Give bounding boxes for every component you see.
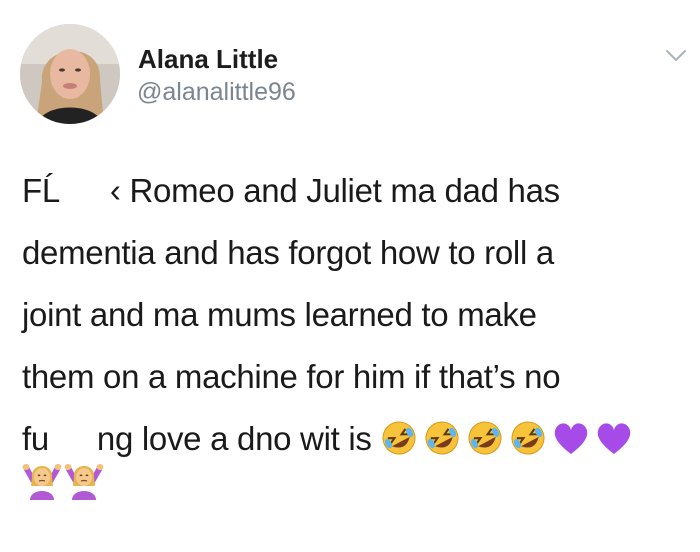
tweet-text-line: joint and ma mums learned to make <box>22 296 537 333</box>
purple-heart-icon <box>550 418 592 458</box>
tweet-text-fragment: ‹ <box>109 172 121 209</box>
person-shrugging-icon <box>64 458 104 500</box>
avatar-photo-icon <box>20 24 120 124</box>
tweet-text-line: fu ng love a dno wit is <box>22 408 682 470</box>
tweet-text-line: FĹ ‹ Romeo and Juliet ma dad has <box>22 160 682 222</box>
tweet-text-line: them on a machine for him if that’s no <box>22 358 561 395</box>
tweet-text-fragment: Romeo and Juliet ma dad has <box>129 172 561 209</box>
tweet-card: Alana Little @alanalittle96 FĹ ‹ Romeo an… <box>0 0 700 552</box>
avatar[interactable] <box>20 24 120 124</box>
display-name[interactable]: Alana Little <box>138 44 278 75</box>
emoji-row <box>22 458 104 500</box>
person-shrugging-icon <box>22 458 62 500</box>
tweet-text-line: dementia and has forgot how to roll a <box>22 234 554 271</box>
purple-heart-icon <box>593 418 635 458</box>
emoji-row <box>378 418 635 458</box>
user-handle[interactable]: @alanalittle96 <box>137 78 296 107</box>
tweet-text-fragment: fu <box>22 420 49 457</box>
tweet-text-fragment: ng love a dno wit is <box>96 420 372 457</box>
chevron-down-icon[interactable] <box>664 48 688 64</box>
rofl-emoji-icon <box>378 418 420 458</box>
tweet-text-fragment: FĹ <box>22 172 60 209</box>
rofl-emoji-icon <box>507 418 549 458</box>
rofl-emoji-icon <box>464 418 506 458</box>
rofl-emoji-icon <box>421 418 463 458</box>
tweet-text: FĹ ‹ Romeo and Juliet ma dad has dementia… <box>22 160 682 470</box>
